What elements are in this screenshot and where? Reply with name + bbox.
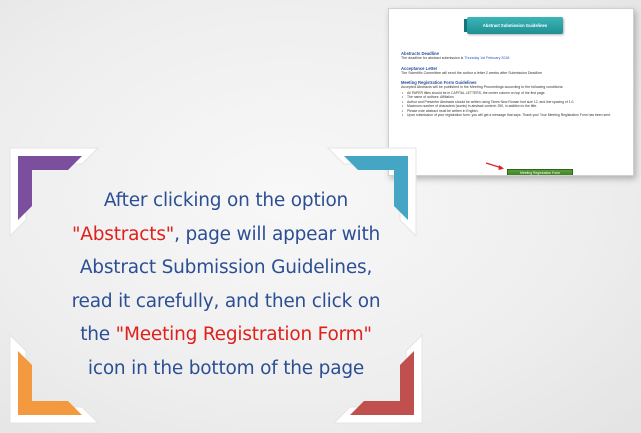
guidelines-banner: Abstract Submission Guidelines [464,17,563,34]
instruction-line: icon in the bottom of the page [87,357,365,379]
instruction-text: After clicking on the option "Abstracts"… [36,184,416,385]
red-arrow-icon [485,162,504,170]
meeting-registration-form-button[interactable]: Meeting Registration Form [507,169,573,175]
meeting-registration-form-button-label: Meeting Registration Form [520,171,560,175]
abstracts-option-highlight: "Abstracts" [71,223,175,245]
guidelines-screenshot: Abstract Submission Guidelines Abstracts… [388,8,634,176]
instruction-line: the "Meeting Registration Form" [80,324,372,345]
instruction-line: After clicking on the option [103,190,349,211]
section-text: The Scientific Committee will send the a… [401,70,543,75]
instruction-line: "Abstracts", page will appear with [71,223,381,245]
deadline-link[interactable]: Thursday 1st February 2018 [464,56,509,60]
guidelines-banner-label: Abstract Submission Guidelines [482,23,548,28]
registration-form-highlight: "Meeting Registration Form" [115,324,372,345]
section-text: The deadline for abstract submission is … [401,56,510,60]
instruction-line: Abstract Submission Guidelines, [79,257,373,278]
guideline-item: Upon submission of your registration for… [401,113,627,118]
guidelines-body: Abstracts Deadline The deadline for abst… [401,47,627,118]
instruction-line: read it carefully, and then click on [71,290,381,312]
